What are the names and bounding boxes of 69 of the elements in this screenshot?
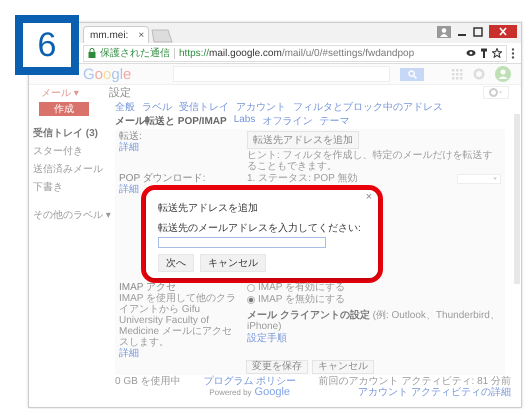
close-icon[interactable] [489,25,517,38]
sidebar-item[interactable]: 送信済みメール [33,162,115,176]
sidebar-item[interactable]: 下書き [33,180,115,194]
settings-tab[interactable]: Labs [234,114,256,128]
google-logo[interactable]: Google [83,66,163,82]
mail-client-heading: メール クライアントの設定 (例: Outlook、Thunderbird、iPhone) [247,310,501,332]
radio-button[interactable] [247,284,255,292]
action-button[interactable]: キャンセル [312,360,374,374]
search-button[interactable] [400,68,424,80]
step-badge: 6 [15,15,79,75]
details-link[interactable]: 詳細 [119,348,241,359]
url-text: https://mail.google.com/mail/u/0/#settings/fwdandpop [179,48,414,58]
page-title: 設定 [109,86,132,100]
user-icon[interactable] [437,26,451,38]
browser-tab[interactable]: mm.mei: × [83,26,150,43]
settings-tab[interactable]: アカウント [236,100,286,114]
dropdown[interactable] [457,174,501,184]
add-forwarding-address-button[interactable]: 転送先アドレスを追加 [247,131,359,149]
maximize-icon[interactable] [473,26,483,36]
email-prompt: 転送先のメールアドレスを入力してください: [158,222,362,235]
compose-button[interactable]: 作成 [39,102,89,116]
powered-by-google: Powered by Google [209,387,290,398]
search-icon [408,70,416,78]
eye-icon[interactable] [466,49,476,57]
sidebar-item[interactable]: その他のラベル ▾ [33,208,115,222]
imap-description: IMAP を使用して他のクライアントから Gifu University Faculty of Medicine メールにアクセスします。 [119,293,238,348]
menu-icon[interactable] [511,48,515,58]
settings-tab[interactable]: オフライン [262,114,312,128]
last-activity: 前回のアカウント アクティビティ: 81 分前 [318,376,511,387]
details-link[interactable]: 詳細 [119,142,241,153]
settings-tab[interactable]: メール転送と POP/IMAP [115,114,227,128]
tab-title: mm.mei: [90,30,128,40]
sidebar-item[interactable]: スター付き [33,144,115,158]
radio-label: IMAP を有効にする [258,282,346,293]
lock-icon [88,48,96,58]
scrollbar[interactable] [514,114,520,284]
section-label: IMAP アクセ [119,282,178,293]
hint-text: ヒント: フィルタを作成し、特定のメールだけを転送することもできます。 [247,150,494,172]
activity-details-link[interactable]: アカウント アクティビティの詳細 [358,387,511,398]
radio-label: IMAP を無効にする [258,294,346,305]
settings-tab[interactable]: 全般 [115,100,135,114]
dialog-title: 転送先アドレスを追加 [158,202,259,215]
radio-button[interactable] [247,296,255,304]
address-bar[interactable]: 保護された通信 https://mail.google.com/mail/u/0/#settings/fwdandpop [83,44,507,62]
storage-usage: 0 GB を使用中 [115,376,181,387]
dialog-button[interactable]: 次へ [158,254,194,272]
sidebar-item[interactable]: 受信トレイ (3) [33,126,115,140]
settings-tab[interactable]: ラベル [142,100,172,114]
settings-tab[interactable]: フィルタとブロック中のアドレス [293,100,443,114]
dialog-button[interactable]: キャンセル [200,254,266,272]
section-label: POP ダウンロード: [119,173,206,184]
action-button[interactable]: 変更を保存 [246,360,308,374]
security-label: 保護された通信 [100,46,170,60]
avatar-icon[interactable] [495,66,511,82]
star-icon[interactable] [492,48,502,58]
section-label: 転送: [119,131,143,142]
apps-grid-icon[interactable] [452,68,463,80]
settings-icon [489,88,503,97]
setup-guide-link[interactable]: 設定手順 [247,333,287,344]
new-tab-button[interactable] [151,29,174,43]
mail-menu[interactable]: メール ▾ [29,86,109,100]
program-policy-link[interactable]: プログラム ポリシー [203,376,296,387]
settings-button[interactable] [483,86,509,99]
tab-close-button[interactable]: × [138,30,144,40]
settings-tab[interactable]: テーマ [319,114,350,128]
dialog-close-button[interactable]: × [366,191,372,203]
email-input-field[interactable] [158,237,326,248]
settings-tab[interactable]: 受信トレイ [179,100,229,114]
pop-status: 1. ステータス: POP 無効 [247,173,358,184]
